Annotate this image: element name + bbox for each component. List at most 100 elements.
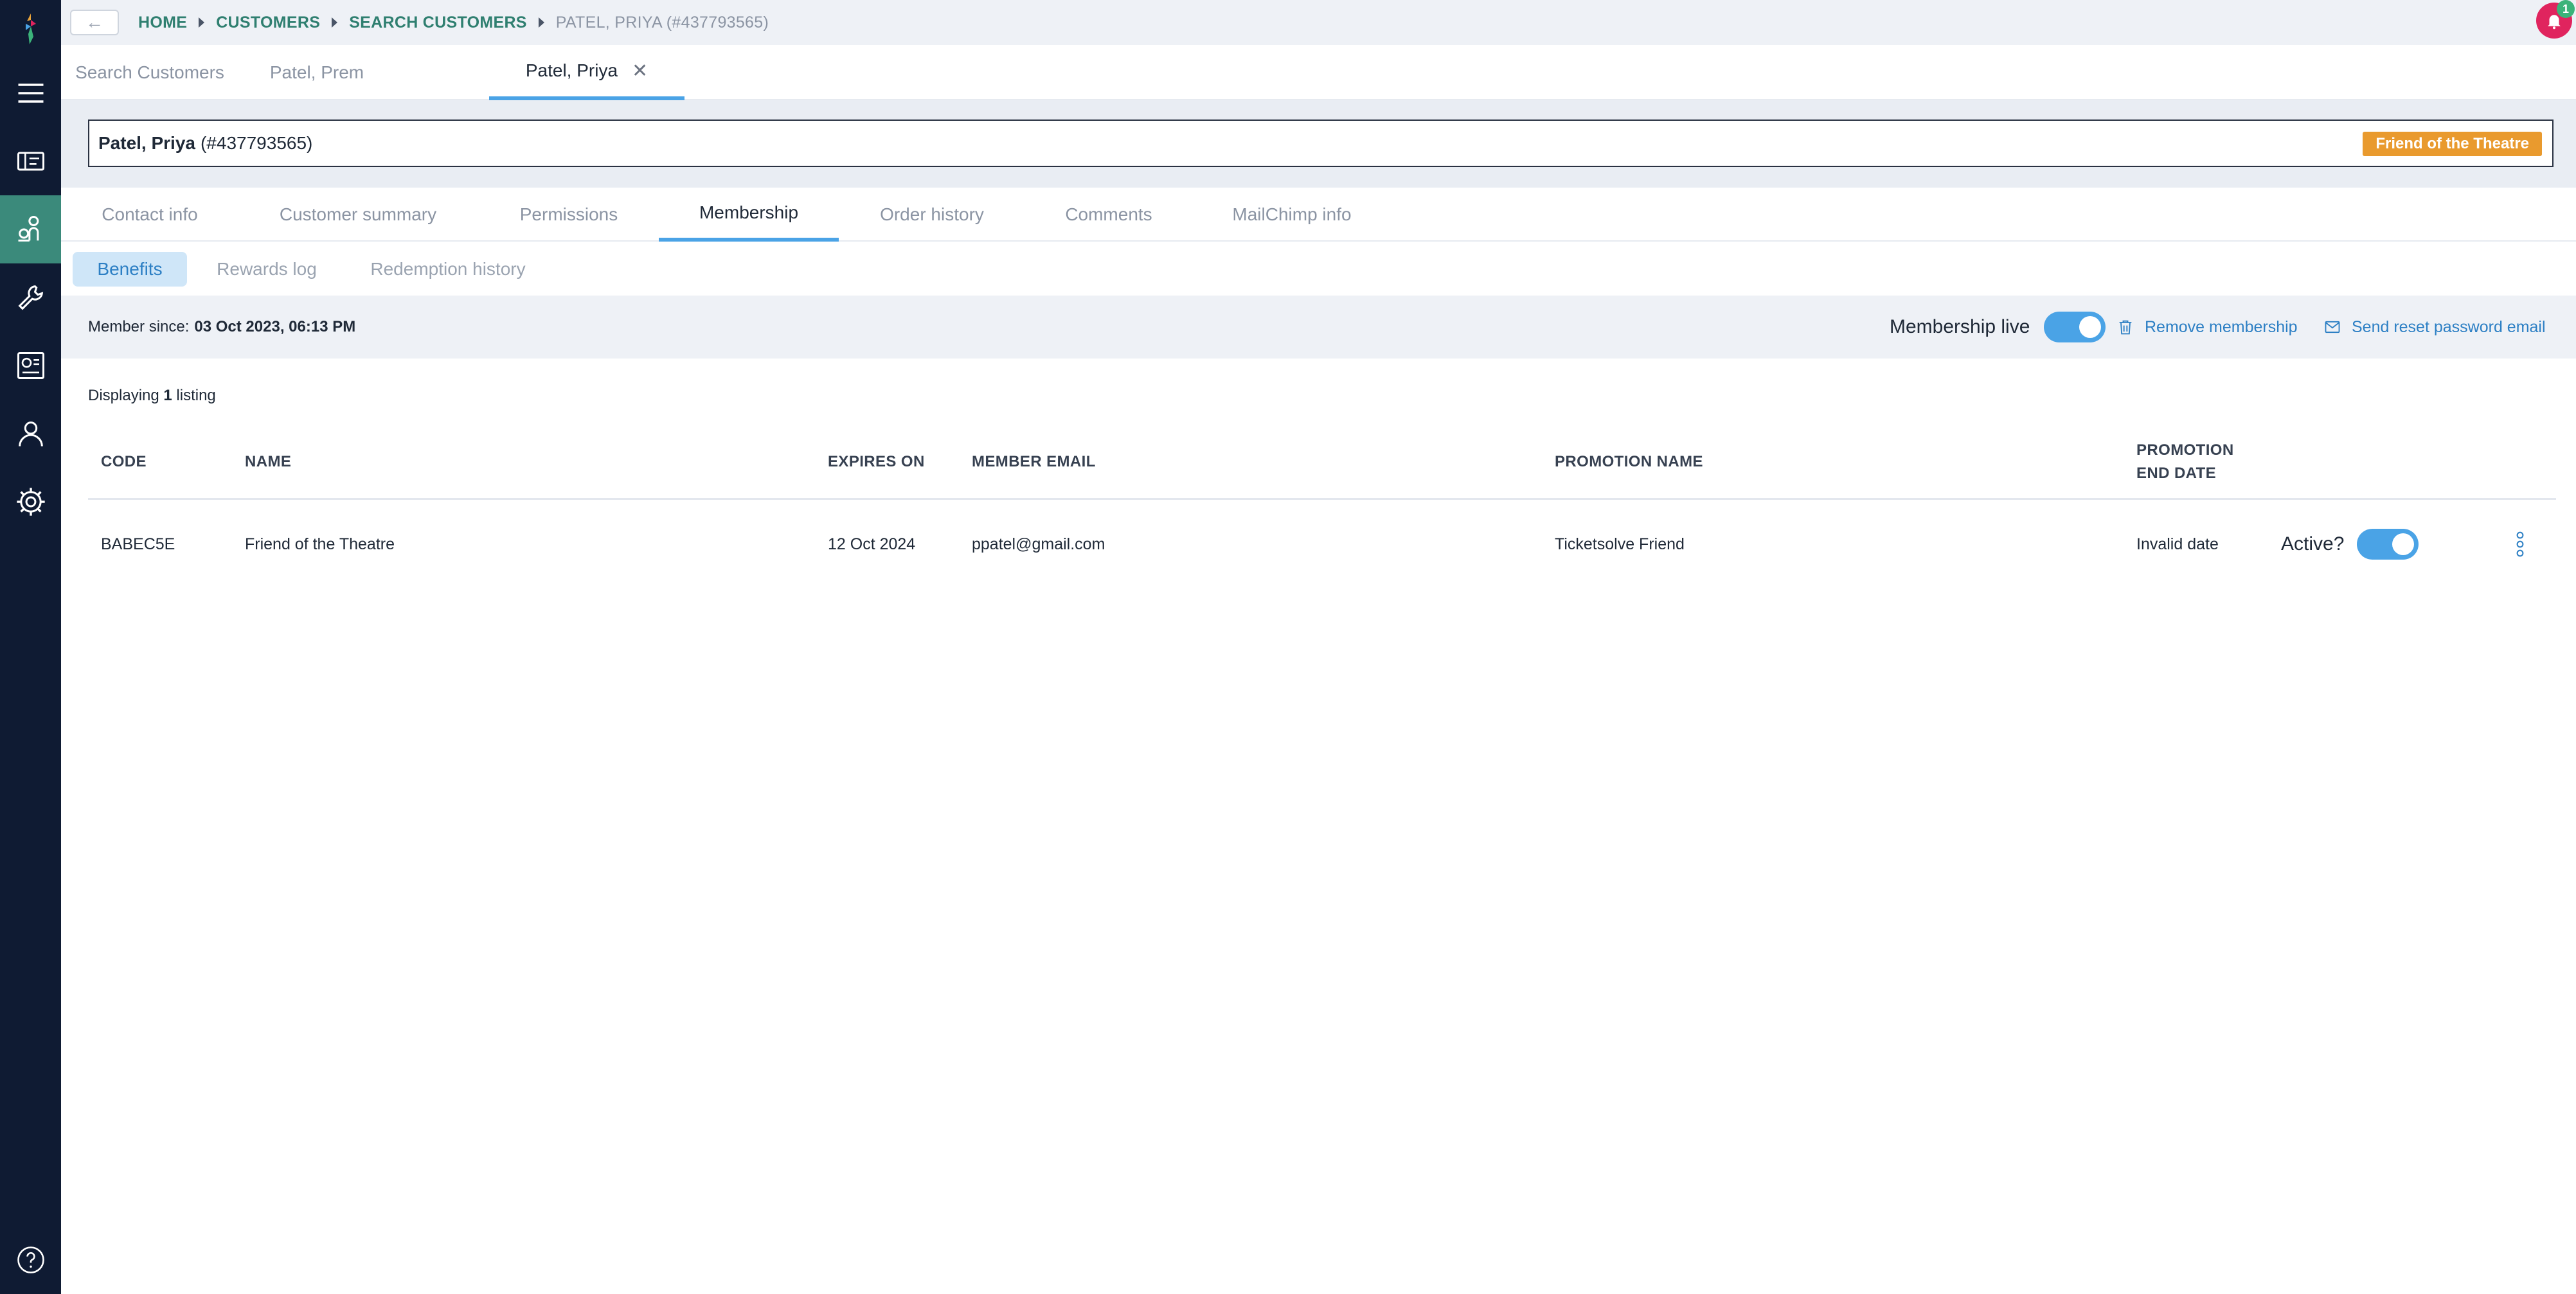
tab-patel-priya[interactable]: Patel, Priya ✕ (489, 45, 684, 100)
arrow-left-icon: ← (85, 12, 103, 32)
subtab-rewards-log[interactable]: Rewards log (204, 252, 330, 287)
subtab-redemption-history[interactable]: Redemption history (353, 252, 543, 287)
left-nav-rail (0, 0, 61, 1294)
tab-label: Comments (1065, 204, 1152, 224)
breadcrumb: HOME CUSTOMERS SEARCH CUSTOMERS PATEL, P… (138, 13, 769, 32)
breadcrumb-current: PATEL, PRIYA (#437793565) (555, 13, 769, 31)
subtab-benefits[interactable]: Benefits (73, 252, 187, 287)
close-icon[interactable]: ✕ (632, 60, 648, 82)
breadcrumb-home[interactable]: HOME (138, 13, 187, 32)
tab-search-customers[interactable]: Search Customers (74, 45, 226, 100)
tab-label: Patel, Prem (269, 62, 364, 82)
tab-label: Order history (880, 204, 984, 224)
tab-permissions[interactable]: Permissions (511, 188, 627, 242)
cell-expires-on: 12 Oct 2024 (828, 535, 916, 553)
cell-name: Friend of the Theatre (245, 535, 395, 553)
membership-badge: Friend of the Theatre (2363, 132, 2542, 156)
membership-live-label: Membership live (1890, 316, 2030, 337)
cell-code: BABEC5E (101, 535, 175, 553)
subtab-label: Rewards log (217, 259, 317, 279)
membership-sub-tabs: Benefits Rewards log Redemption history (61, 242, 2576, 296)
top-bar: ← HOME CUSTOMERS SEARCH CUSTOMERS PATEL,… (61, 0, 2576, 45)
send-reset-password-button[interactable]: Send reset password email (2323, 296, 2546, 359)
tab-customer-summary[interactable]: Customer summary (273, 188, 443, 242)
header-promotion-end-date: PROMOTION END DATE (2136, 424, 2234, 500)
help-button[interactable] (0, 1226, 61, 1294)
customers-icon (18, 215, 39, 242)
member-since: Member since: 03 Oct 2023, 06:13 PM (88, 296, 355, 359)
header-promotion-end-line1: PROMOTION (2136, 441, 2234, 459)
logo-icon (25, 13, 36, 44)
header-expires-on: EXPIRES ON (828, 453, 925, 470)
active-label: Active? (2281, 533, 2345, 554)
breadcrumb-search-customers[interactable]: SEARCH CUSTOMERS (349, 13, 527, 32)
listing-count-value: 1 (163, 387, 172, 404)
more-vertical-icon (2516, 531, 2524, 557)
table-row: BABEC5E Friend of the Theatre 12 Oct 202… (88, 501, 2556, 587)
tab-label: Search Customers (75, 62, 224, 82)
listing-suffix: listing (176, 387, 216, 404)
send-reset-password-label: Send reset password email (2352, 317, 2546, 336)
hamburger-icon (18, 84, 43, 103)
benefits-table-header: CODE NAME EXPIRES ON MEMBER EMAIL PROMOT… (88, 424, 2556, 500)
remove-membership-label: Remove membership (2145, 317, 2298, 336)
header-promotion-name: PROMOTION NAME (1555, 453, 1703, 470)
cell-promotion-end-date: Invalid date (2136, 535, 2219, 553)
membership-live-toggle[interactable] (2044, 312, 2106, 342)
app-logo[interactable] (0, 0, 61, 58)
wrench-icon (18, 285, 43, 310)
tab-label: Customer summary (279, 204, 437, 224)
app-root: ← HOME CUSTOMERS SEARCH CUSTOMERS PATEL,… (0, 0, 2576, 1294)
tab-patel-prem[interactable]: Patel, Prem (254, 45, 380, 100)
listing-count: Displaying 1 listing (88, 387, 216, 405)
back-button[interactable]: ← (70, 10, 119, 35)
cell-member-email: ppatel@gmail.com (972, 535, 1105, 553)
nav-customers[interactable] (0, 195, 61, 263)
menu-button[interactable] (0, 59, 61, 127)
notifications-button[interactable]: 1 (2536, 0, 2575, 39)
customer-name-box: Patel, Priya (#437793565) Friend of the … (88, 120, 2554, 167)
tab-membership[interactable]: Membership (659, 188, 839, 242)
envelope-icon (2325, 321, 2340, 333)
listing-prefix: Displaying (88, 387, 159, 404)
caret-right-icon (199, 17, 205, 28)
tab-comments[interactable]: Comments (1057, 188, 1160, 242)
nav-reports[interactable] (0, 332, 61, 400)
user-icon (18, 421, 43, 447)
tab-label: MailChimp info (1232, 204, 1352, 224)
caret-right-icon (538, 17, 544, 28)
nav-users[interactable] (0, 400, 61, 468)
tab-label: Membership (699, 202, 799, 222)
tab-order-history[interactable]: Order history (864, 188, 999, 242)
subtab-label: Redemption history (370, 259, 526, 279)
cell-promotion-name: Ticketsolve Friend (1555, 535, 1685, 553)
customer-name: Patel, Priya (98, 133, 195, 153)
header-name: NAME (245, 453, 292, 470)
member-since-value: 03 Oct 2023, 06:13 PM (194, 318, 356, 335)
row-actions-button[interactable] (2507, 501, 2533, 587)
remove-membership-button[interactable]: Remove membership (2116, 296, 2298, 359)
header-member-email: MEMBER EMAIL (972, 453, 1096, 470)
tab-label: Permissions (519, 204, 618, 224)
active-toggle[interactable] (2357, 529, 2419, 560)
nav-tools[interactable] (0, 263, 61, 332)
ticket-icon (17, 152, 44, 171)
trash-icon (2119, 320, 2132, 335)
report-icon (17, 351, 44, 380)
header-code: CODE (101, 453, 147, 470)
nav-settings[interactable] (0, 468, 61, 536)
breadcrumb-customers[interactable]: CUSTOMERS (216, 13, 320, 32)
header-promotion-end-line2: END DATE (2136, 465, 2217, 482)
gear-icon (16, 488, 45, 516)
tab-contact-info[interactable]: Contact info (94, 188, 205, 242)
customer-header: Patel, Priya (#437793565) Friend of the … (61, 100, 2576, 188)
customer-id: (#437793565) (200, 133, 313, 153)
customer-tabs: Search Customers Patel, Prem Patel, Priy… (61, 45, 2576, 100)
subtab-label: Benefits (97, 259, 163, 279)
notification-count-badge: 1 (2557, 0, 2575, 18)
tab-mailchimp-info[interactable]: MailChimp info (1218, 188, 1366, 242)
help-icon (17, 1246, 44, 1273)
tab-label: Contact info (102, 204, 198, 224)
caret-right-icon (332, 17, 338, 28)
nav-tickets[interactable] (0, 127, 61, 195)
